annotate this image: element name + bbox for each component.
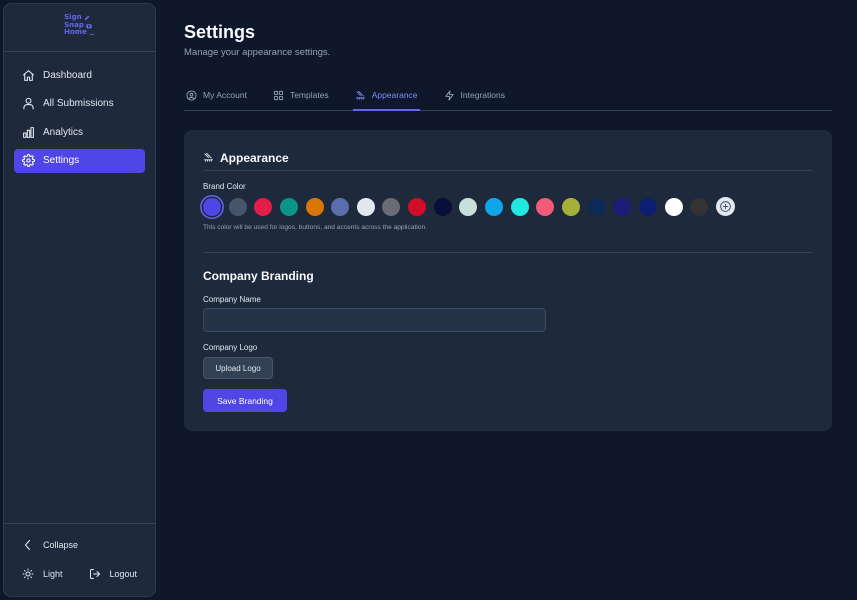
logout-icon (89, 569, 100, 579)
save-branding-button[interactable]: Save Branding (203, 389, 287, 412)
logout-label: Logout (109, 569, 138, 579)
logo[interactable]: Sign Snap Home (4, 4, 155, 52)
color-swatch[interactable] (613, 197, 632, 216)
tab-templates[interactable]: Templates (271, 80, 331, 110)
color-swatch[interactable] (690, 197, 709, 216)
color-swatch[interactable] (510, 197, 529, 216)
tab-integrations[interactable]: Integrations (442, 80, 507, 110)
color-swatch[interactable] (228, 197, 247, 216)
color-swatch[interactable] (664, 197, 683, 216)
grid-icon (273, 90, 284, 100)
sidebar-nav: Dashboard All Submissions Analytics Sett… (4, 52, 155, 173)
company-name-label: Company Name (203, 295, 261, 304)
color-swatch[interactable] (459, 197, 478, 216)
lightning-icon (444, 89, 454, 101)
logo-text: Sign Snap Home (64, 14, 95, 37)
company-branding-title: Company Branding (203, 269, 314, 283)
sun-icon (22, 568, 34, 580)
upload-logo-button[interactable]: Upload Logo (203, 357, 273, 379)
tab-label: Templates (289, 90, 329, 100)
paint-roller-icon (203, 152, 214, 162)
sidebar-item-label: Dashboard (43, 69, 92, 81)
color-swatch[interactable] (279, 197, 298, 216)
appearance-section-title: Appearance (220, 150, 289, 165)
company-logo-label: Company Logo (203, 343, 258, 352)
paint-roller-icon (355, 90, 365, 100)
sidebar-item-settings[interactable]: Settings (14, 148, 145, 173)
appearance-section-header: Appearance (203, 149, 813, 171)
sidebar-item-label: Analytics (43, 126, 84, 138)
appearance-card: Appearance Brand Color This color will b… (184, 130, 832, 431)
home-icon (23, 69, 34, 81)
collapse-button[interactable]: Collapse (22, 539, 78, 551)
page-title: Settings (184, 22, 256, 42)
plus-circle-icon (719, 201, 731, 212)
color-swatch[interactable] (638, 197, 657, 216)
color-swatch[interactable] (408, 197, 427, 216)
section-divider (203, 252, 813, 253)
color-swatch[interactable] (203, 197, 221, 216)
pencil-icon (84, 15, 89, 21)
smile-icon (89, 33, 95, 36)
brand-color-swatches (203, 197, 735, 216)
collapse-label: Collapse (43, 540, 79, 550)
tab-my-account[interactable]: My Account (184, 80, 249, 110)
theme-toggle-button[interactable]: Light (22, 568, 63, 580)
tab-appearance[interactable]: Appearance (352, 80, 420, 111)
color-swatch[interactable] (331, 197, 350, 216)
brand-color-hint: This color will be used for logos, butto… (203, 224, 427, 231)
company-name-input[interactable] (203, 308, 546, 332)
bar-chart-icon (23, 126, 34, 138)
color-swatch[interactable] (254, 197, 273, 216)
tab-label: Appearance (371, 90, 418, 100)
tab-label: Integrations (460, 90, 505, 100)
page-subtitle: Manage your appearance settings. (184, 47, 331, 58)
color-swatch[interactable] (305, 197, 324, 216)
color-swatch[interactable] (561, 197, 580, 216)
sidebar: Sign Snap Home Dashboard All Submissions… (3, 3, 156, 597)
add-color-button[interactable] (715, 197, 735, 216)
sidebar-item-dashboard[interactable]: Dashboard (14, 63, 145, 87)
color-swatch[interactable] (433, 197, 452, 216)
color-swatch[interactable] (536, 197, 555, 216)
color-swatch[interactable] (356, 197, 375, 216)
user-icon (23, 97, 34, 110)
sidebar-item-label: All Submissions (43, 98, 114, 110)
user-circle-icon (186, 89, 197, 101)
sidebar-item-label: Settings (43, 155, 80, 167)
color-swatch[interactable] (485, 197, 504, 216)
sidebar-item-all-submissions[interactable]: All Submissions (14, 92, 145, 116)
theme-label: Light (43, 569, 63, 579)
color-swatch[interactable] (587, 197, 606, 216)
tab-bar: My Account Templates Appearance Integrat… (184, 80, 832, 111)
tab-label: My Account (203, 90, 247, 100)
brand-color-label: Brand Color (203, 182, 246, 191)
logo-line-3: Home (64, 28, 87, 37)
sidebar-item-analytics[interactable]: Analytics (14, 120, 145, 144)
sidebar-footer: Collapse Light Logout (4, 523, 155, 596)
color-swatch[interactable] (382, 197, 401, 216)
chevron-left-icon (24, 539, 31, 551)
logout-button[interactable]: Logout (89, 568, 138, 580)
gear-icon (22, 154, 35, 168)
